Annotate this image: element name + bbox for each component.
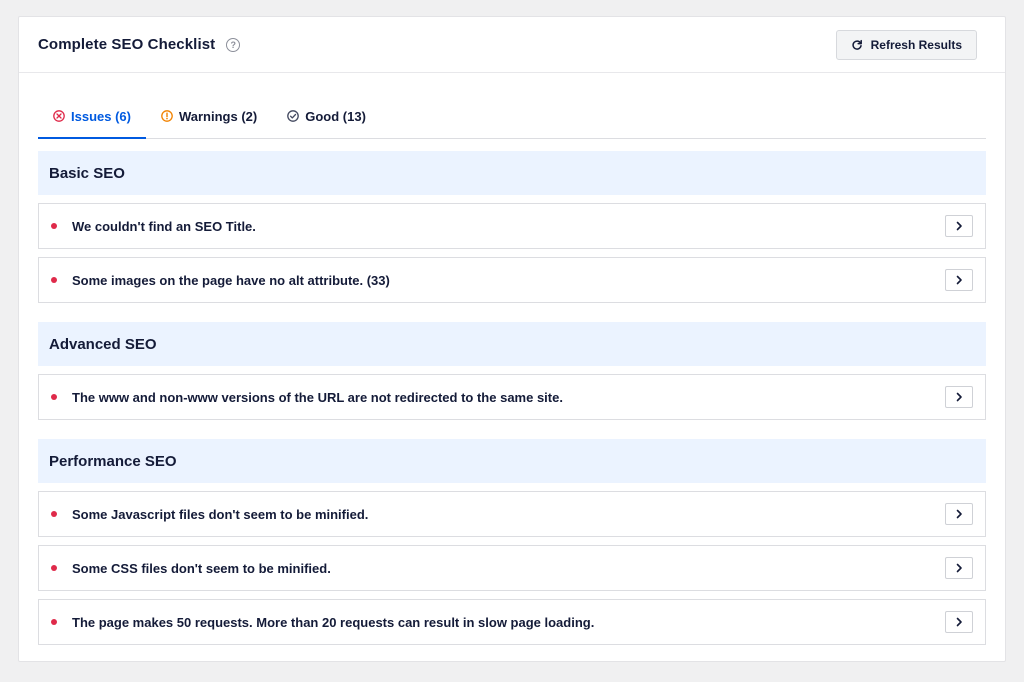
issue-text: Some images on the page have no alt attr…: [72, 272, 390, 288]
chevron-right-icon: [956, 563, 962, 573]
issue-dot: [51, 565, 57, 571]
issue-dot: [51, 223, 57, 229]
check-circle-icon: [287, 110, 300, 122]
issue-text: The page makes 50 requests. More than 20…: [72, 614, 595, 630]
chevron-right-icon: [956, 509, 962, 519]
list-item[interactable]: The www and non-www versions of the URL …: [38, 374, 986, 420]
section-basic-seo: Basic SEO: [38, 151, 986, 195]
tab-issues-label: Issues (6): [71, 108, 131, 124]
help-icon[interactable]: ?: [226, 37, 241, 52]
expand-button[interactable]: [945, 503, 973, 525]
tab-issues[interactable]: Issues (6): [38, 95, 146, 139]
expand-button[interactable]: [945, 215, 973, 237]
card-content: Issues (6) Warnings (2) Good (13) Basic …: [19, 73, 1005, 645]
refresh-results-button[interactable]: Refresh Results: [835, 29, 977, 60]
chevron-right-icon: [956, 617, 962, 627]
list-item[interactable]: The page makes 50 requests. More than 20…: [38, 599, 986, 645]
error-circle-icon: [53, 110, 65, 122]
tab-warnings-label: Warnings (2): [178, 108, 258, 124]
issue-text: Some Javascript files don't seem to be m…: [72, 506, 369, 522]
chevron-right-icon: [956, 392, 962, 402]
issue-dot: [51, 619, 57, 625]
page-title: Complete SEO Checklist: [38, 36, 216, 53]
tab-good[interactable]: Good (13): [272, 95, 381, 139]
section-performance-seo: Performance SEO: [38, 439, 986, 483]
refresh-label: Refresh Results: [870, 37, 962, 52]
tab-bar: Issues (6) Warnings (2) Good (13): [38, 73, 986, 139]
section-advanced-seo: Advanced SEO: [38, 322, 986, 366]
tab-good-label: Good (13): [305, 108, 366, 124]
warning-circle-icon: [161, 110, 173, 122]
issue-dot: [51, 394, 57, 400]
expand-button[interactable]: [945, 557, 973, 579]
tab-warnings[interactable]: Warnings (2): [146, 95, 272, 139]
list-item[interactable]: Some images on the page have no alt attr…: [38, 257, 986, 303]
chevron-right-icon: [956, 221, 962, 231]
issue-text: Some CSS files don't seem to be minified…: [72, 560, 331, 576]
chevron-right-icon: [956, 275, 962, 285]
title-wrap: Complete SEO Checklist ?: [38, 36, 241, 53]
card-header: Complete SEO Checklist ? Refresh Results: [19, 17, 1005, 73]
issue-text: The www and non-www versions of the URL …: [72, 389, 563, 405]
list-item[interactable]: We couldn't find an SEO Title.: [38, 203, 986, 249]
issue-text: We couldn't find an SEO Title.: [72, 218, 256, 234]
list-item[interactable]: Some CSS files don't seem to be minified…: [38, 545, 986, 591]
issue-dot: [51, 277, 57, 283]
issue-dot: [51, 511, 57, 517]
list-item[interactable]: Some Javascript files don't seem to be m…: [38, 491, 986, 537]
refresh-icon: [851, 39, 863, 51]
expand-button[interactable]: [945, 386, 973, 408]
expand-button[interactable]: [945, 269, 973, 291]
expand-button[interactable]: [945, 611, 973, 633]
seo-checklist-card: Complete SEO Checklist ? Refresh Results: [18, 16, 1006, 662]
